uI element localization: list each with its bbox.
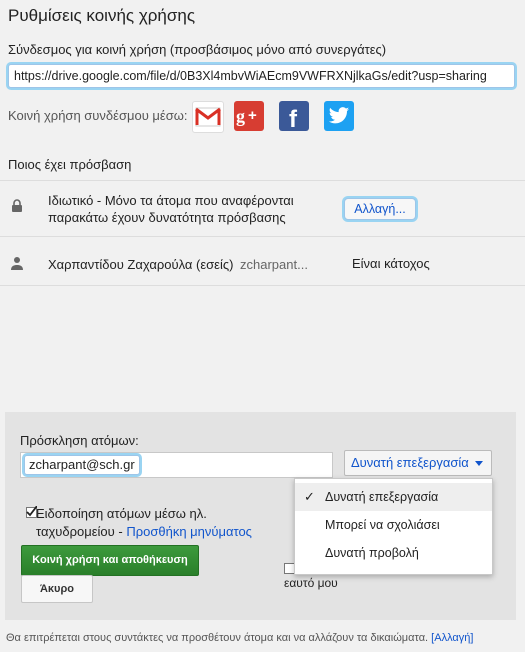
footer-change-link[interactable]: [Αλλαγή] <box>431 632 473 644</box>
svg-text:f: f <box>289 106 298 129</box>
copy-myself-label: εαυτό μου <box>284 576 338 590</box>
person-icon <box>10 256 24 275</box>
owner-name: Χαρπαντίδου Ζαχαρούλα (εσείς) <box>48 257 234 272</box>
footer-text: Θα επιτρέπεται στους συντάκτες να προσθέ… <box>6 632 429 644</box>
divider <box>0 285 525 286</box>
share-link-label: Σύνδεσμος για κοινή χρήση (προσβάσιμος μ… <box>8 42 387 57</box>
change-visibility-button[interactable]: Αλλαγή... <box>344 198 416 220</box>
access-heading: Ποιος έχει πρόσβαση <box>8 157 132 172</box>
permission-menu: ✓ Δυνατή επεξεργασία Μπορεί να σχολιάσει… <box>294 478 493 575</box>
permission-dropdown-label: Δυνατή επεξεργασία <box>351 455 469 470</box>
checkmark-icon: ✓ <box>304 489 315 504</box>
chevron-down-icon <box>474 461 483 467</box>
divider <box>0 236 525 237</box>
lock-icon <box>10 199 24 218</box>
menu-item-can-comment[interactable]: Μπορεί να σχολιάσει <box>295 511 492 539</box>
menu-item-can-edit[interactable]: ✓ Δυνατή επεξεργασία <box>295 483 492 511</box>
share-and-save-button[interactable]: Κοινή χρήση και αποθήκευση <box>21 545 199 576</box>
menu-item-label: Δυνατή προβολή <box>325 546 419 560</box>
google-plus-icon[interactable]: g + <box>234 101 264 131</box>
divider <box>0 180 525 181</box>
privacy-description: Ιδιωτικό - Μόνο τα άτομα που αναφέρονται… <box>48 193 294 225</box>
invitee-chip[interactable]: zcharpant@sch.gr <box>24 455 140 475</box>
footer-note: Θα επιτρέπεται στους συντάκτες να προσθέ… <box>6 632 473 644</box>
cancel-button[interactable]: Άκυρο <box>21 575 93 603</box>
menu-item-can-view[interactable]: Δυνατή προβολή <box>295 539 492 567</box>
svg-text:g: g <box>236 106 245 126</box>
menu-item-label: Μπορεί να σχολιάσει <box>325 518 440 532</box>
gmail-icon[interactable] <box>192 101 224 133</box>
menu-item-label: Δυνατή επεξεργασία <box>325 490 439 504</box>
twitter-icon[interactable] <box>324 101 354 131</box>
svg-text:+: + <box>248 107 257 124</box>
permission-dropdown[interactable]: Δυνατή επεξεργασία <box>344 450 492 476</box>
share-via-label: Κοινή χρήση συνδέσμου μέσω: <box>8 108 188 123</box>
notify-text: Ειδοποίηση ατόμων μέσω ηλ. ταχυδρομείου … <box>36 505 276 541</box>
owner-role: Είναι κάτοχος <box>352 256 430 271</box>
facebook-icon[interactable]: f <box>279 101 309 131</box>
share-url-field[interactable]: https://drive.google.com/file/d/0B3Xl4mb… <box>8 64 515 88</box>
invite-label: Πρόσκληση ατόμων: <box>20 433 139 448</box>
owner-email: zcharpant... <box>240 257 308 272</box>
add-message-link[interactable]: Προσθήκη μηνύματος <box>126 524 252 539</box>
dialog-title: Ρυθμίσεις κοινής χρήσης <box>8 6 196 25</box>
